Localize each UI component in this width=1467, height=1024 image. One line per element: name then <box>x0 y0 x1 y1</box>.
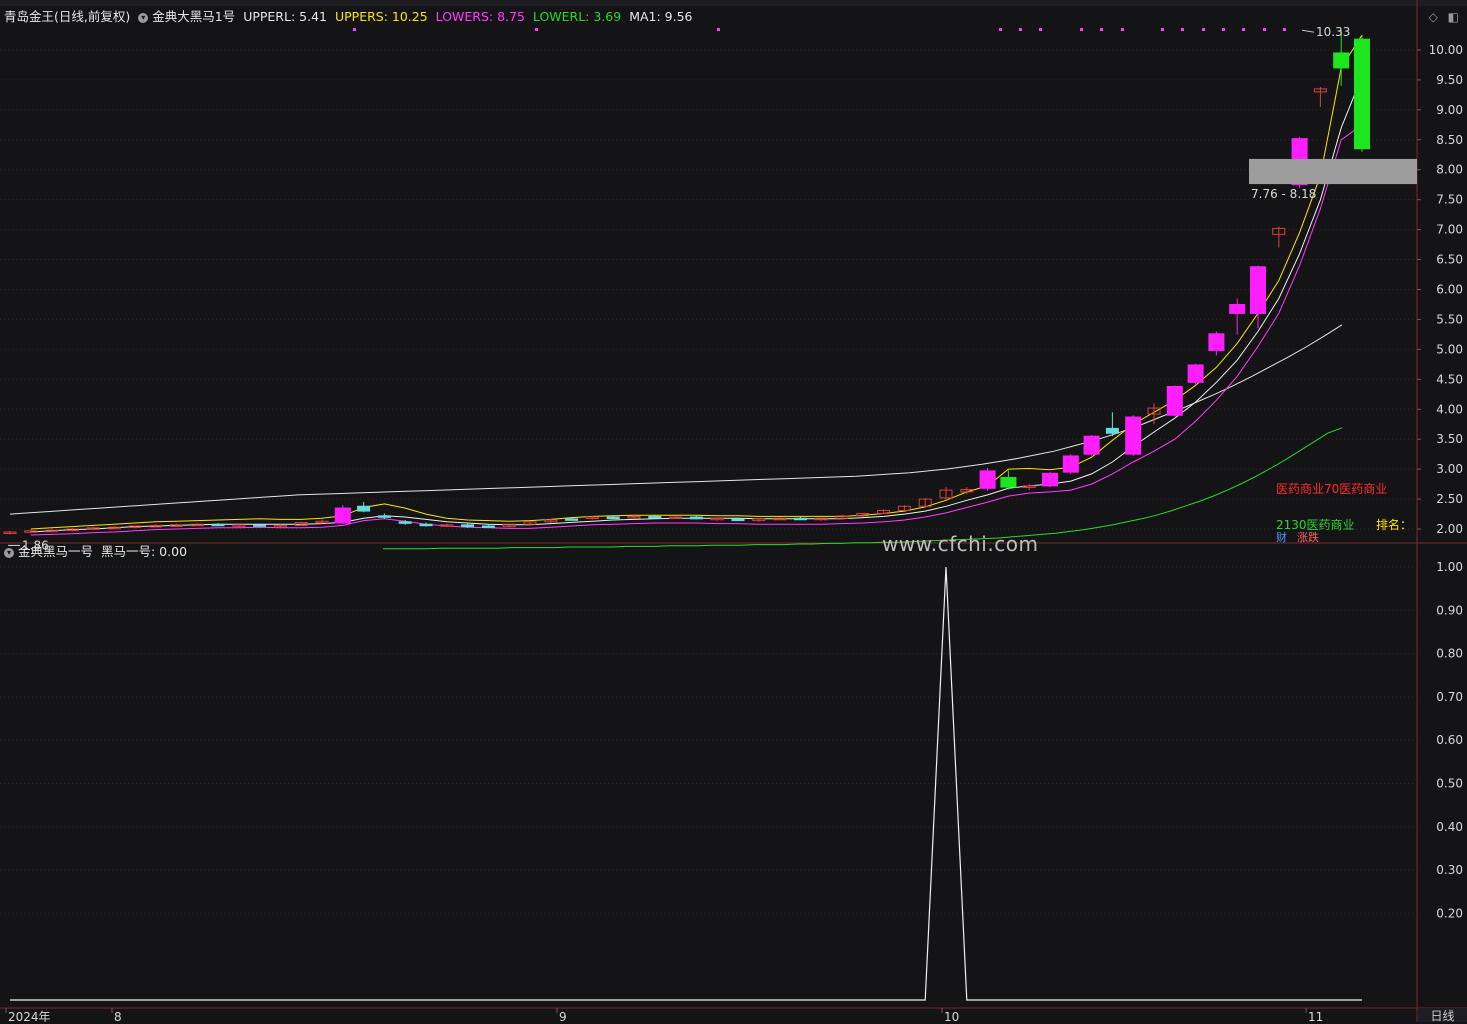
x-tick-label: 10 <box>944 1010 959 1022</box>
y-tick-label: 9.00 <box>1436 103 1463 117</box>
rise-fall-label: 涨跌 <box>1297 530 1319 544</box>
signal-dot <box>1039 28 1042 31</box>
candle-body <box>1000 477 1017 488</box>
y-tick-label: 9.50 <box>1436 73 1463 87</box>
candle-body <box>211 523 225 527</box>
x-tick-label: 11 <box>1308 1010 1323 1022</box>
y-tick-label: 6.50 <box>1436 253 1463 267</box>
signal-dot <box>999 28 1002 31</box>
signal-dot <box>1202 28 1205 31</box>
series-line-lowers <box>30 124 1363 536</box>
series-line-ma1 <box>30 76 1363 533</box>
candle-body <box>1105 427 1119 434</box>
sub-y-tick-label: 0.90 <box>1436 603 1463 617</box>
candle-body <box>1062 455 1079 473</box>
high-price-label: 10.33 <box>1316 25 1350 39</box>
signal-dot <box>535 28 538 31</box>
signal-dot <box>1263 28 1266 31</box>
y-tick-label: 7.00 <box>1436 223 1463 237</box>
candle-body <box>979 470 996 489</box>
signal-dot <box>1100 28 1103 31</box>
finance-label: 财 <box>1276 530 1287 544</box>
y-tick-label: 6.00 <box>1436 282 1463 296</box>
y-tick-label: 5.50 <box>1436 312 1463 326</box>
candle-body <box>1250 266 1266 314</box>
signal-dot <box>1121 28 1124 31</box>
candle-body <box>606 516 620 520</box>
sector-red-label: 医药商业70医药商业 <box>1276 481 1387 496</box>
candle-body <box>398 521 412 524</box>
y-tick-label: 3.50 <box>1436 432 1463 446</box>
y-tick-label: 8.50 <box>1436 133 1463 147</box>
candle-body <box>334 507 351 524</box>
candle-body <box>357 505 371 512</box>
candle-body <box>1333 52 1350 69</box>
sub-y-tick-label: 1.00 <box>1436 560 1463 574</box>
y-tick-label: 7.50 <box>1436 193 1463 207</box>
y-tick-label: 2.00 <box>1436 522 1463 536</box>
x-tick-label: 2024年 <box>8 1010 51 1022</box>
candle-body <box>793 517 807 521</box>
watermark-text: www.cfchi.com <box>882 532 1039 556</box>
sub-y-tick-label: 0.70 <box>1436 690 1463 704</box>
signal-dot <box>1161 28 1164 31</box>
y-tick-label: 3.00 <box>1436 462 1463 476</box>
range-box-label: 7.76 - 8.18 <box>1251 187 1316 201</box>
candle-body <box>419 523 433 527</box>
y-tick-label: 4.00 <box>1436 402 1463 416</box>
y-tick-label: 10.00 <box>1429 43 1463 57</box>
candle-body <box>689 516 703 520</box>
range-box <box>1249 158 1417 185</box>
y-tick-label: 4.50 <box>1436 372 1463 386</box>
high-arrow <box>1301 29 1315 33</box>
candle-body <box>1208 333 1225 352</box>
candle-body <box>377 515 391 518</box>
signal-dot <box>1080 28 1083 31</box>
candle-body <box>565 518 579 521</box>
x-tick-label: 8 <box>114 1010 122 1022</box>
series-line-uppers <box>30 34 1363 530</box>
period-label[interactable]: 日线 <box>1418 1008 1467 1023</box>
signal-dot <box>1222 28 1225 31</box>
candle-body <box>1166 386 1183 416</box>
sector-green-label: 2130医药商业 <box>1276 517 1355 532</box>
sub-y-tick-label: 0.60 <box>1436 733 1463 747</box>
sub-y-tick-label: 0.50 <box>1436 777 1463 791</box>
sub-y-tick-label: 0.20 <box>1436 906 1463 920</box>
candle-body <box>1229 303 1246 314</box>
low-price-label: 1.86 <box>22 538 49 552</box>
candle-body <box>461 524 475 528</box>
y-tick-label: 2.50 <box>1436 492 1463 506</box>
sub-y-tick-label: 0.30 <box>1436 863 1463 877</box>
signal-dot <box>353 28 356 31</box>
series-line-lowerl <box>383 427 1343 550</box>
candle-body <box>731 518 745 522</box>
candle-body <box>481 525 495 529</box>
sub-y-tick-label: 0.40 <box>1436 820 1463 834</box>
candle-body <box>253 524 267 527</box>
candle-body <box>1083 435 1100 455</box>
signal-dot <box>1181 28 1184 31</box>
sub-y-tick-label: 0.80 <box>1436 647 1463 661</box>
stock-chart-canvas[interactable]: 10.00 9.50 9.00 8.50 8.00 7.50 7.00 6.50 6.00 5.5… <box>0 0 1467 1022</box>
signal-dot <box>1242 28 1245 31</box>
candle-body <box>1187 364 1204 383</box>
candle-body <box>1125 416 1142 455</box>
signal-dot <box>1283 28 1286 31</box>
candle-body <box>1354 38 1370 150</box>
candle-body <box>648 515 662 519</box>
signal-dot <box>1019 28 1022 31</box>
y-tick-label: 5.00 <box>1436 342 1463 356</box>
signal-dot <box>717 28 720 31</box>
candle-body <box>1042 472 1058 487</box>
x-tick-label: 9 <box>559 1010 567 1022</box>
y-tick-label: 8.00 <box>1436 163 1463 177</box>
rank-label: 排名： <box>1376 517 1412 532</box>
